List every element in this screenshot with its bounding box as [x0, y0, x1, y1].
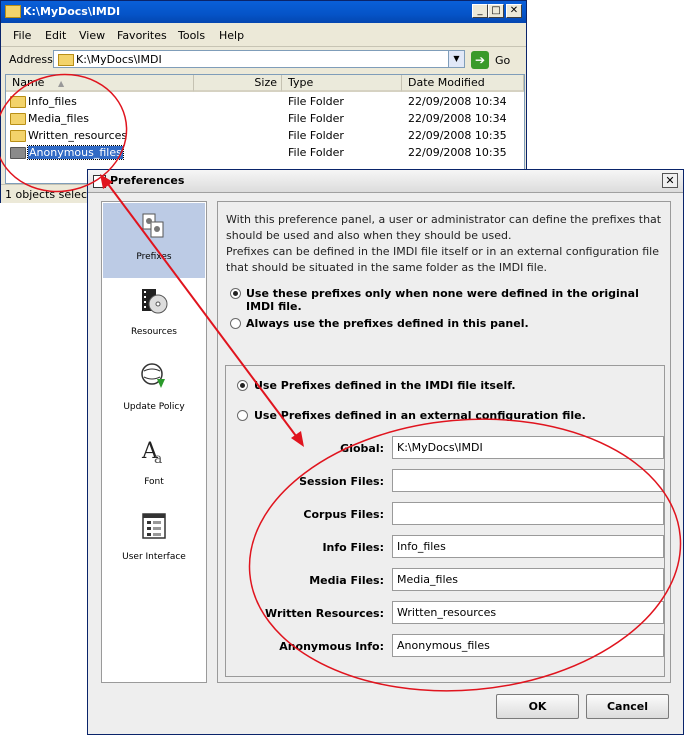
corpus-files-field[interactable] [392, 502, 664, 525]
radio-prefixes-external[interactable] [237, 410, 248, 421]
minimize-button[interactable]: _ [472, 4, 488, 18]
sidebar-item-font[interactable]: A a Font [103, 428, 205, 503]
file-date: 22/09/2008 10:34 [408, 95, 507, 108]
menu-help[interactable]: Help [219, 29, 244, 42]
folder-icon [10, 130, 26, 142]
column-header-date[interactable]: Date Modified [402, 75, 524, 92]
file-row[interactable]: Media_files File Folder 22/09/2008 10:34 [6, 110, 524, 127]
menu-tools[interactable]: Tools [178, 29, 205, 42]
column-header-type[interactable]: Type [282, 75, 402, 92]
global-field[interactable]: K:\MyDocs\IMDI [392, 436, 664, 459]
sidebar-label: Update Policy [123, 402, 185, 412]
go-arrow-icon: ➔ [471, 51, 489, 69]
go-button[interactable]: ➔ Go [471, 51, 521, 69]
file-name: Written_resources [28, 129, 128, 142]
file-date: 22/09/2008 10:34 [408, 112, 507, 125]
file-date: 22/09/2008 10:35 [408, 146, 507, 159]
radio-always-use[interactable] [230, 318, 241, 329]
option-use-only-when-none-label[interactable]: Use these prefixes only when none were d… [246, 287, 670, 313]
media-files-label: Media Files: [309, 574, 384, 587]
option-always-use-label[interactable]: Always use the prefixes defined in this … [246, 317, 529, 330]
file-row-selected[interactable]: Anonymous_files File Folder 22/09/2008 1… [6, 144, 524, 161]
sidebar-label: Prefixes [136, 252, 172, 262]
preferences-title: Preferences [110, 174, 185, 187]
explorer-title-bar[interactable]: K:\MyDocs\IMDI _ □ ✕ [1, 1, 526, 23]
file-type: File Folder [288, 95, 344, 108]
explorer-title: K:\MyDocs\IMDI [23, 5, 121, 18]
file-type: File Folder [288, 129, 344, 142]
anonymous-info-label: Anonymous Info: [279, 640, 384, 653]
menu-favorites[interactable]: Favorites [117, 29, 167, 42]
sidebar-label: Font [144, 477, 164, 487]
file-row[interactable]: Written_resources File Folder 22/09/2008… [6, 127, 524, 144]
folder-icon [10, 147, 26, 159]
radio-use-only-when-none[interactable] [230, 288, 241, 299]
menu-bar: File Edit View Favorites Tools Help [1, 24, 526, 65]
panel-description: With this preference panel, a user or ad… [226, 213, 662, 274]
address-value: K:\MyDocs\IMDI [76, 53, 162, 66]
session-files-field[interactable] [392, 469, 664, 492]
address-label: Address [9, 53, 53, 66]
option-prefixes-external-label[interactable]: Use Prefixes defined in an external conf… [254, 409, 586, 422]
sidebar-label: Resources [131, 327, 177, 337]
sidebar-item-update-policy[interactable]: Update Policy [103, 353, 205, 428]
preferences-sidebar: Prefixes Resources Update Policy A a Fon… [101, 201, 207, 683]
svg-text:a: a [154, 451, 162, 466]
preferences-title-bar[interactable]: Preferences ✕ [88, 170, 683, 193]
status-text: 1 objects selecte [5, 188, 99, 201]
file-name: Anonymous_files [27, 145, 124, 160]
menu-file[interactable]: File [13, 29, 31, 42]
corpus-files-label: Corpus Files: [303, 508, 384, 521]
java-window-icon [93, 175, 106, 188]
global-label: Global: [340, 442, 384, 455]
ok-button[interactable]: OK [496, 694, 579, 719]
prefix-source-group: Use Prefixes defined in the IMDI file it… [225, 365, 665, 677]
window-form-icon [142, 513, 166, 539]
radio-prefixes-in-imdi[interactable] [237, 380, 248, 391]
session-files-label: Session Files: [299, 475, 384, 488]
file-name: Media_files [28, 112, 90, 125]
folder-icon [10, 96, 26, 108]
written-resources-field[interactable]: Written_resources [392, 601, 664, 624]
anonymous-info-field[interactable]: Anonymous_files [392, 634, 664, 657]
close-button[interactable]: ✕ [506, 4, 522, 18]
file-type: File Folder [288, 146, 344, 159]
sort-arrow-icon: ▲ [57, 79, 65, 88]
menu-edit[interactable]: Edit [45, 29, 66, 42]
file-row[interactable]: Info_files File Folder 22/09/2008 10:34 [6, 93, 524, 110]
maximize-button[interactable]: □ [488, 4, 504, 18]
media-files-field[interactable]: Media_files [392, 568, 664, 591]
film-disc-icon [142, 289, 168, 314]
go-label: Go [495, 54, 511, 67]
cancel-button[interactable]: Cancel [586, 694, 669, 719]
sidebar-item-prefixes[interactable]: Prefixes [103, 203, 205, 278]
close-button[interactable]: ✕ [662, 173, 678, 188]
sidebar-item-resources[interactable]: Resources [103, 278, 205, 353]
folder-icon [5, 5, 21, 18]
sidebar-label: User Interface [122, 552, 186, 562]
prefixes-panel: With this preference panel, a user or ad… [217, 201, 671, 683]
written-resources-label: Written Resources: [265, 607, 384, 620]
folder-icon [58, 54, 74, 66]
file-name: Info_files [28, 95, 77, 108]
file-date: 22/09/2008 10:35 [408, 129, 507, 142]
info-files-field[interactable]: Info_files [392, 535, 664, 558]
sidebar-item-user-interface[interactable]: User Interface [103, 503, 205, 578]
column-header-size[interactable]: Size [194, 75, 282, 92]
address-bar: Address K:\MyDocs\IMDI ▼ ➔ Go [1, 47, 526, 72]
file-list[interactable]: Name ▲ Size Type Date Modified Info_file… [5, 74, 525, 184]
address-input[interactable]: K:\MyDocs\IMDI ▼ [53, 50, 465, 68]
option-prefixes-in-imdi-label[interactable]: Use Prefixes defined in the IMDI file it… [254, 379, 516, 392]
menu-view[interactable]: View [79, 29, 105, 42]
font-icon: A a [141, 439, 162, 466]
preferences-dialog: Preferences ✕ Prefixes Resources Update … [87, 169, 684, 735]
info-files-label: Info Files: [322, 541, 384, 554]
address-dropdown-arrow-icon[interactable]: ▼ [448, 51, 464, 67]
column-header-name[interactable]: Name ▲ [6, 75, 194, 92]
update-globe-icon [141, 363, 165, 388]
file-type: File Folder [288, 112, 344, 125]
prefixes-icon [142, 213, 164, 238]
folder-icon [10, 113, 26, 125]
